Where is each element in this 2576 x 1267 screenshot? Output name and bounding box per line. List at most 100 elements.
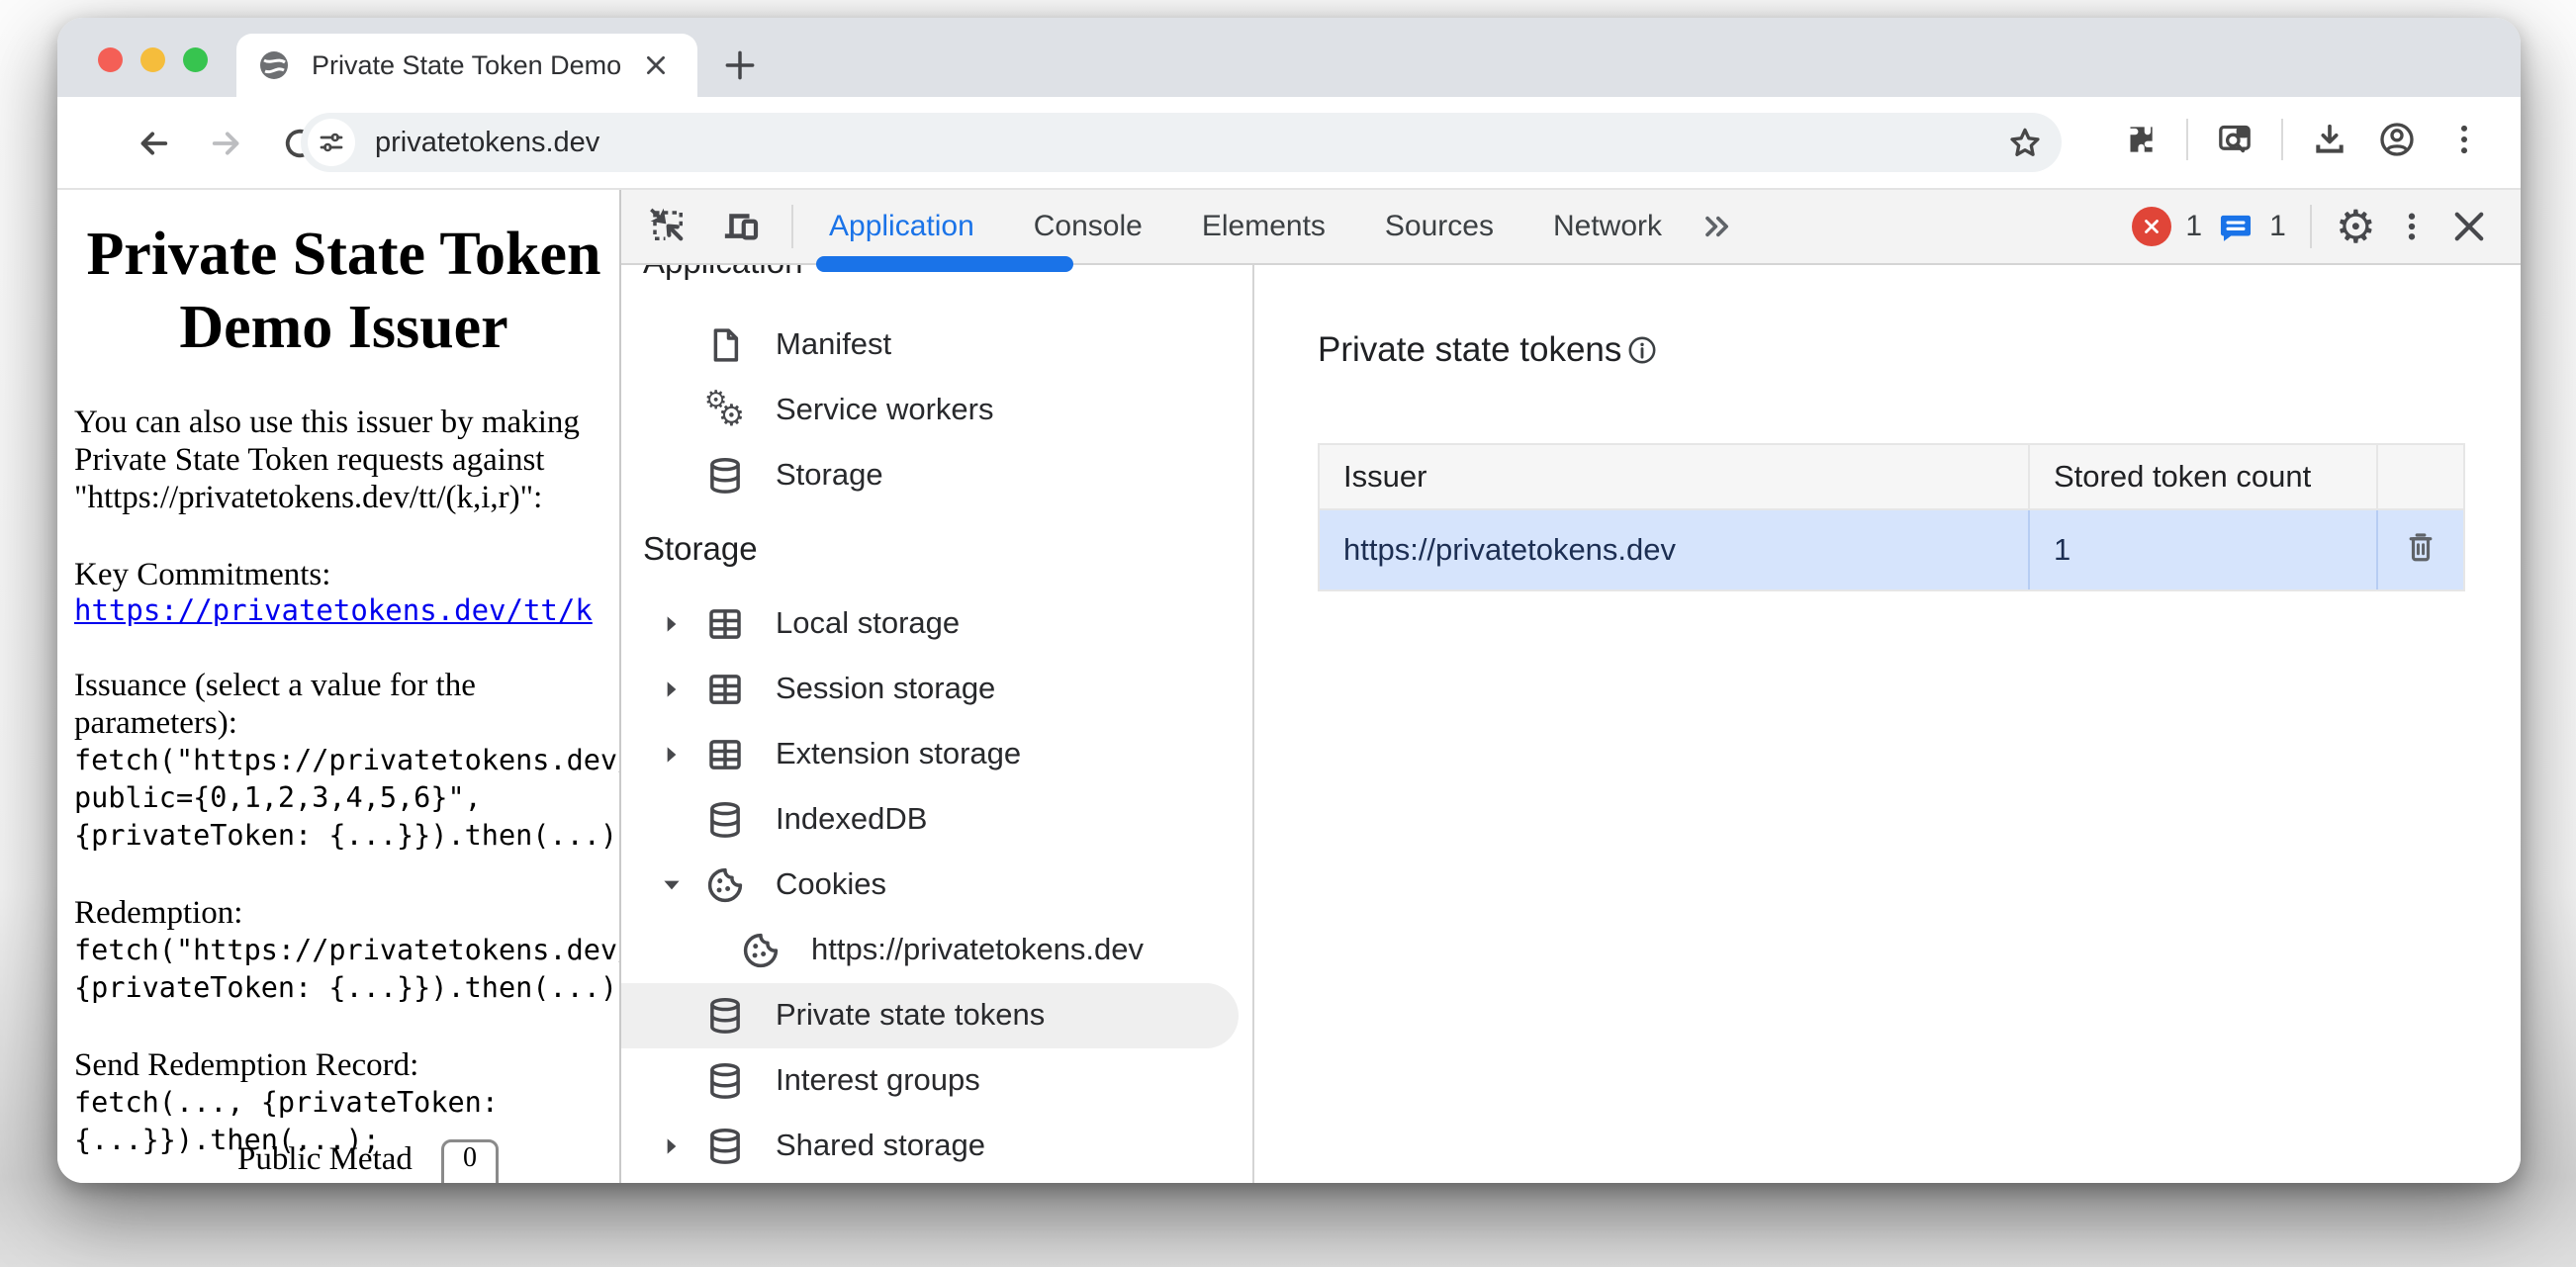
browser-window: Private State Token Demo privatetokens.d… bbox=[57, 18, 2521, 1183]
database-icon bbox=[704, 995, 746, 1037]
downloads-icon[interactable] bbox=[2309, 119, 2350, 160]
devtools-toolbar-divider bbox=[2310, 205, 2312, 248]
web-page: Private State Token Demo Issuer You can … bbox=[57, 190, 619, 1183]
sidebar-item-cookie-origin[interactable]: https://privatetokens.dev bbox=[621, 918, 1252, 983]
key-commitments-link[interactable]: https://privatetokens.dev/tt/k bbox=[74, 593, 593, 627]
delete-trash-icon[interactable] bbox=[2402, 528, 2439, 566]
sidebar-item-cookies[interactable]: Cookies bbox=[621, 853, 1252, 918]
table-grid-icon bbox=[704, 669, 746, 710]
intro-paragraph: You can also use this issuer by making P… bbox=[74, 404, 619, 516]
sidebar-item-private-state-tokens[interactable]: Private state tokens bbox=[621, 983, 1239, 1048]
message-count[interactable]: 1 bbox=[2269, 210, 2286, 243]
service-workers-gears-icon: ⚙⚙ bbox=[704, 390, 746, 431]
sidebar-item-storage[interactable]: Storage bbox=[621, 443, 1252, 508]
issuance-code-line: fetch("https://privatetokens.dev/tt/ bbox=[74, 742, 619, 779]
cookie-icon bbox=[740, 930, 782, 971]
private-state-tokens-panel: Private state tokens Issuer Stored token… bbox=[1254, 265, 2521, 1183]
srr-code-line: fetch(..., {privateToken: bbox=[74, 1084, 619, 1122]
browser-menu-kebab-icon[interactable] bbox=[2443, 119, 2485, 160]
panel-heading: Private state tokens bbox=[1318, 330, 1621, 370]
sidebar-item-extension-storage[interactable]: Extension storage bbox=[621, 722, 1252, 787]
chevron-right-icon[interactable] bbox=[659, 611, 685, 637]
key-commitments-label: Key Commitments: bbox=[74, 556, 619, 593]
devtools-close-icon[interactable] bbox=[2447, 205, 2491, 248]
extensions-puzzle-icon[interactable] bbox=[2119, 119, 2161, 160]
settings-gear-icon[interactable]: ⚙ bbox=[2336, 205, 2376, 248]
bookmark-star-icon[interactable] bbox=[2004, 122, 2046, 163]
browser-tab[interactable]: Private State Token Demo bbox=[236, 34, 697, 97]
devtools-toolbar-divider bbox=[791, 205, 793, 248]
table-row[interactable]: https://privatetokens.dev 1 bbox=[1319, 509, 2464, 590]
content-area: Private State Token Demo Issuer You can … bbox=[57, 188, 2521, 1183]
macos-minimize-button[interactable] bbox=[140, 47, 165, 72]
table-grid-icon bbox=[704, 734, 746, 775]
page-title: Private State Token Demo Issuer bbox=[74, 218, 613, 364]
redemption-label: Redemption: bbox=[74, 894, 619, 932]
chevron-right-icon[interactable] bbox=[659, 1133, 685, 1159]
issuer-cell[interactable]: https://privatetokens.dev bbox=[1319, 509, 2029, 590]
sidebar-item-indexeddb[interactable]: IndexedDB bbox=[621, 787, 1252, 853]
active-tab-underline bbox=[816, 256, 1073, 272]
devtools-tab-elements[interactable]: Elements bbox=[1172, 210, 1355, 243]
column-header-issuer[interactable]: Issuer bbox=[1319, 444, 2029, 509]
profile-avatar-icon[interactable] bbox=[2376, 119, 2418, 160]
sidebar-item-local-storage[interactable]: Local storage bbox=[621, 591, 1252, 657]
clipped-bottom-row: Public Metad 0 bbox=[57, 1141, 619, 1183]
new-tab-button[interactable] bbox=[716, 42, 764, 89]
chevron-down-icon[interactable] bbox=[659, 872, 685, 898]
cookie-icon bbox=[704, 864, 746, 906]
issuance-code-line: {privateToken: {...}}).then(...); bbox=[74, 817, 619, 855]
search-side-panel-icon[interactable] bbox=[2214, 119, 2255, 160]
devtools-toolbar: Application Console Elements Sources Net… bbox=[621, 190, 2521, 265]
inspect-element-icon[interactable] bbox=[647, 205, 690, 248]
sidebar-item-shared-storage[interactable]: Shared storage bbox=[621, 1114, 1252, 1179]
devtools-menu-kebab-icon[interactable] bbox=[2390, 205, 2434, 248]
chevron-right-icon[interactable] bbox=[659, 742, 685, 768]
omnibox[interactable]: privatetokens.dev bbox=[301, 113, 2062, 172]
sidebar-item-session-storage[interactable]: Session storage bbox=[621, 657, 1252, 722]
macos-zoom-button[interactable] bbox=[183, 47, 208, 72]
column-header-stored-token-count[interactable]: Stored token count bbox=[2029, 444, 2377, 509]
console-message-icon[interactable] bbox=[2216, 207, 2255, 246]
devtools-body: Application Manifest ⚙⚙ Service workers bbox=[621, 265, 2521, 1183]
devtools-tab-network[interactable]: Network bbox=[1523, 210, 1692, 243]
sidebar-section-application: Application bbox=[643, 265, 802, 281]
browser-toolbar: privatetokens.dev bbox=[57, 97, 2521, 188]
back-button[interactable] bbox=[133, 123, 174, 164]
redemption-code-line: fetch("https://privatetokens.dev/tt/ bbox=[74, 932, 619, 969]
forward-button[interactable] bbox=[206, 123, 247, 164]
site-settings-tune-icon[interactable] bbox=[308, 119, 355, 166]
database-icon bbox=[704, 799, 746, 841]
tab-strip: Private State Token Demo bbox=[57, 18, 2521, 97]
devtools-tab-console[interactable]: Console bbox=[1004, 210, 1172, 243]
public-metadata-label: Public Metad bbox=[237, 1141, 413, 1178]
database-icon bbox=[704, 1060, 746, 1102]
sidebar-section-storage: Storage bbox=[643, 530, 758, 568]
url-text[interactable]: privatetokens.dev bbox=[375, 127, 2004, 159]
sidebar-item-service-workers[interactable]: ⚙⚙ Service workers bbox=[621, 378, 1252, 443]
toolbar-divider bbox=[2186, 119, 2188, 160]
device-toolbar-icon[interactable] bbox=[720, 205, 764, 248]
sidebar-item-interest-groups[interactable]: Interest groups bbox=[621, 1048, 1252, 1114]
issuance-code-line: public={0,1,2,3,4,5,6}", bbox=[74, 779, 619, 817]
stored-token-count-cell[interactable]: 1 bbox=[2029, 509, 2377, 590]
more-tabs-chevron-icon[interactable] bbox=[1696, 205, 1739, 248]
devtools-tab-sources[interactable]: Sources bbox=[1355, 210, 1523, 243]
toolbar-divider bbox=[2281, 119, 2283, 160]
public-metadata-input[interactable]: 0 bbox=[441, 1139, 499, 1183]
tab-close-icon[interactable] bbox=[636, 45, 676, 85]
database-icon bbox=[704, 455, 746, 497]
chevron-right-icon[interactable] bbox=[659, 677, 685, 702]
macos-close-button[interactable] bbox=[98, 47, 123, 72]
globe-favicon-icon bbox=[258, 49, 290, 81]
info-icon[interactable] bbox=[1625, 333, 1659, 367]
error-badge-icon[interactable] bbox=[2132, 207, 2171, 246]
error-count[interactable]: 1 bbox=[2185, 210, 2202, 243]
document-icon bbox=[704, 324, 746, 366]
column-header-actions bbox=[2377, 444, 2464, 509]
devtools-tab-application[interactable]: Application bbox=[799, 210, 1004, 243]
sidebar-item-manifest[interactable]: Manifest bbox=[621, 313, 1252, 378]
table-header-row: Issuer Stored token count bbox=[1319, 444, 2464, 509]
table-grid-icon bbox=[704, 603, 746, 645]
database-icon bbox=[704, 1126, 746, 1167]
